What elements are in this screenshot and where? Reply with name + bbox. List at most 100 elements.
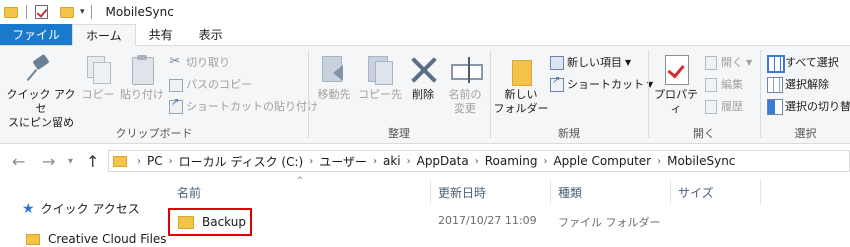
scissors-icon: ✂: [169, 54, 181, 69]
new-folder-button[interactable]: 新しい フォルダー: [493, 54, 549, 116]
column-divider[interactable]: [430, 180, 431, 204]
properties-button[interactable]: プロパティ: [651, 54, 701, 116]
breadcrumb-appdata[interactable]: AppData: [411, 154, 475, 168]
properties-quick-access-icon[interactable]: [35, 5, 48, 19]
cut-label: 切り取り: [186, 56, 230, 69]
copy-button[interactable]: コピー: [78, 54, 118, 102]
easy-access-button[interactable]: ショートカット ▼: [549, 75, 653, 93]
rename-icon: [450, 54, 483, 84]
breadcrumb-aki[interactable]: aki: [377, 154, 407, 168]
new-item-label: 新しい項目: [567, 56, 622, 69]
new-folder-icon: [506, 54, 536, 86]
move-to-button[interactable]: 移動先: [311, 54, 357, 102]
address-bar[interactable]: › PC › ローカル ディスク (C:) › ユーザー › aki › App…: [108, 150, 850, 172]
column-divider[interactable]: [550, 180, 551, 204]
history-button[interactable]: 履歴: [703, 97, 743, 115]
file-name: Backup: [202, 215, 246, 229]
invert-selection-button[interactable]: 選択の切り替: [767, 97, 850, 115]
column-header-modified[interactable]: 更新日時: [438, 180, 486, 204]
new-item-button[interactable]: 新しい項目 ▼: [549, 53, 631, 71]
edit-icon: [703, 77, 717, 92]
breadcrumb-mobilesync[interactable]: MobileSync: [661, 154, 741, 168]
history-icon: [703, 99, 717, 114]
shortcut-icon: [549, 75, 564, 92]
star-icon: ★: [22, 200, 35, 217]
organize-group-label: 整理: [388, 127, 410, 140]
toolbar-divider: [90, 5, 92, 19]
select-all-label: すべて選択: [785, 56, 839, 69]
breadcrumb-roaming[interactable]: Roaming: [479, 154, 544, 168]
delete-icon: [408, 54, 438, 84]
copy-to-button[interactable]: コピー先: [357, 54, 403, 102]
paste-label: 貼り付け: [120, 88, 164, 101]
forward-arrow-icon[interactable]: →: [42, 152, 55, 171]
file-type: ファイル フォルダー: [558, 216, 661, 229]
breadcrumb-users[interactable]: ユーザー: [313, 153, 373, 170]
new-group-label: 新規: [558, 127, 580, 140]
column-divider[interactable]: [670, 180, 671, 204]
quick-access-dropdown-icon[interactable]: ▾: [80, 7, 85, 17]
select-group: すべて選択 選択解除 選択の切り替 選択: [761, 46, 850, 144]
properties-label: プロパティ: [654, 88, 698, 115]
folder-icon: [26, 233, 40, 245]
new-group: 新しい フォルダー 新しい項目 ▼ ショートカット ▼ 新規: [491, 46, 653, 144]
chevron-down-icon: ▼: [625, 57, 632, 67]
toolbar-divider: [26, 5, 27, 19]
new-folder-label-2: フォルダー: [493, 102, 549, 115]
tab-file[interactable]: ファイル: [0, 24, 73, 45]
paste-shortcut-icon: [168, 97, 183, 114]
properties-icon: [661, 54, 691, 85]
tab-home[interactable]: ホーム: [72, 24, 136, 46]
breadcrumb-pc[interactable]: PC: [141, 154, 169, 168]
folder-icon: [113, 155, 127, 167]
recent-locations-chevron-icon[interactable]: ▾: [68, 156, 73, 167]
nav-creative-cloud[interactable]: Creative Cloud Files: [22, 232, 167, 246]
paste-shortcut-label: ショートカットの貼り付け: [186, 100, 318, 113]
pin-to-quick-access-button[interactable]: クイック アクセ スにピン留め: [4, 54, 78, 130]
select-none-button[interactable]: 選択解除: [767, 75, 829, 93]
chevron-down-icon: ▼: [746, 57, 753, 67]
shortcut-label: ショートカット: [567, 78, 644, 91]
column-header-type[interactable]: 種類: [558, 180, 582, 204]
history-label: 履歴: [721, 100, 743, 113]
open-group-label: 開く: [693, 127, 715, 140]
window-title: MobileSync: [105, 5, 174, 19]
nav-quick-access-label: クイック アクセス: [40, 202, 140, 216]
tab-view[interactable]: 表示: [186, 24, 236, 45]
edit-button[interactable]: 編集: [703, 75, 743, 93]
address-row: ← → ▾ ↑ › PC › ローカル ディスク (C:) › ユーザー › a…: [0, 145, 850, 177]
paste-button[interactable]: 貼り付け: [118, 54, 166, 102]
delete-button[interactable]: 削除: [403, 54, 443, 102]
tab-share[interactable]: 共有: [136, 24, 186, 45]
table-row[interactable]: Backup 2017/10/27 11:09 ファイル フォルダー: [168, 208, 850, 236]
copy-path-button[interactable]: パスのコピー: [168, 75, 252, 93]
column-header-name[interactable]: 名前: [177, 180, 201, 204]
move-to-icon: [319, 54, 349, 84]
open-label: 開く: [721, 56, 743, 69]
new-folder-quick-access-icon[interactable]: [60, 6, 74, 18]
cut-button[interactable]: ✂ 切り取り: [168, 53, 230, 71]
new-item-icon: [549, 55, 564, 70]
paste-shortcut-button[interactable]: ショートカットの貼り付け: [168, 97, 318, 115]
new-folder-label-1: 新しい: [504, 88, 538, 101]
pin-icon: [26, 54, 56, 84]
rename-label-2: 変更: [454, 102, 476, 115]
open-button[interactable]: 開く ▼: [703, 53, 752, 71]
move-to-label: 移動先: [317, 88, 351, 101]
open-group: プロパティ 開く ▼ 編集 履歴 開く: [649, 46, 759, 144]
back-arrow-icon[interactable]: ←: [12, 152, 25, 171]
column-header-size[interactable]: サイズ: [678, 180, 714, 204]
pin-label-1: クイック アクセ: [6, 88, 76, 115]
select-all-button[interactable]: すべて選択: [767, 53, 839, 73]
file-name-cell[interactable]: Backup: [168, 208, 252, 236]
copy-to-label: コピー先: [358, 88, 402, 101]
breadcrumb-local-disk[interactable]: ローカル ディスク (C:): [173, 153, 310, 170]
invert-selection-label: 選択の切り替: [785, 100, 850, 113]
invert-selection-icon: [767, 99, 783, 115]
breadcrumb-apple-computer[interactable]: Apple Computer: [547, 154, 657, 168]
copy-path-label: パスのコピー: [186, 78, 252, 91]
rename-button[interactable]: 名前の 変更: [443, 54, 487, 116]
nav-quick-access[interactable]: ★ クイック アクセス: [22, 200, 140, 217]
column-divider[interactable]: [760, 180, 761, 204]
up-arrow-icon[interactable]: ↑: [86, 152, 99, 171]
